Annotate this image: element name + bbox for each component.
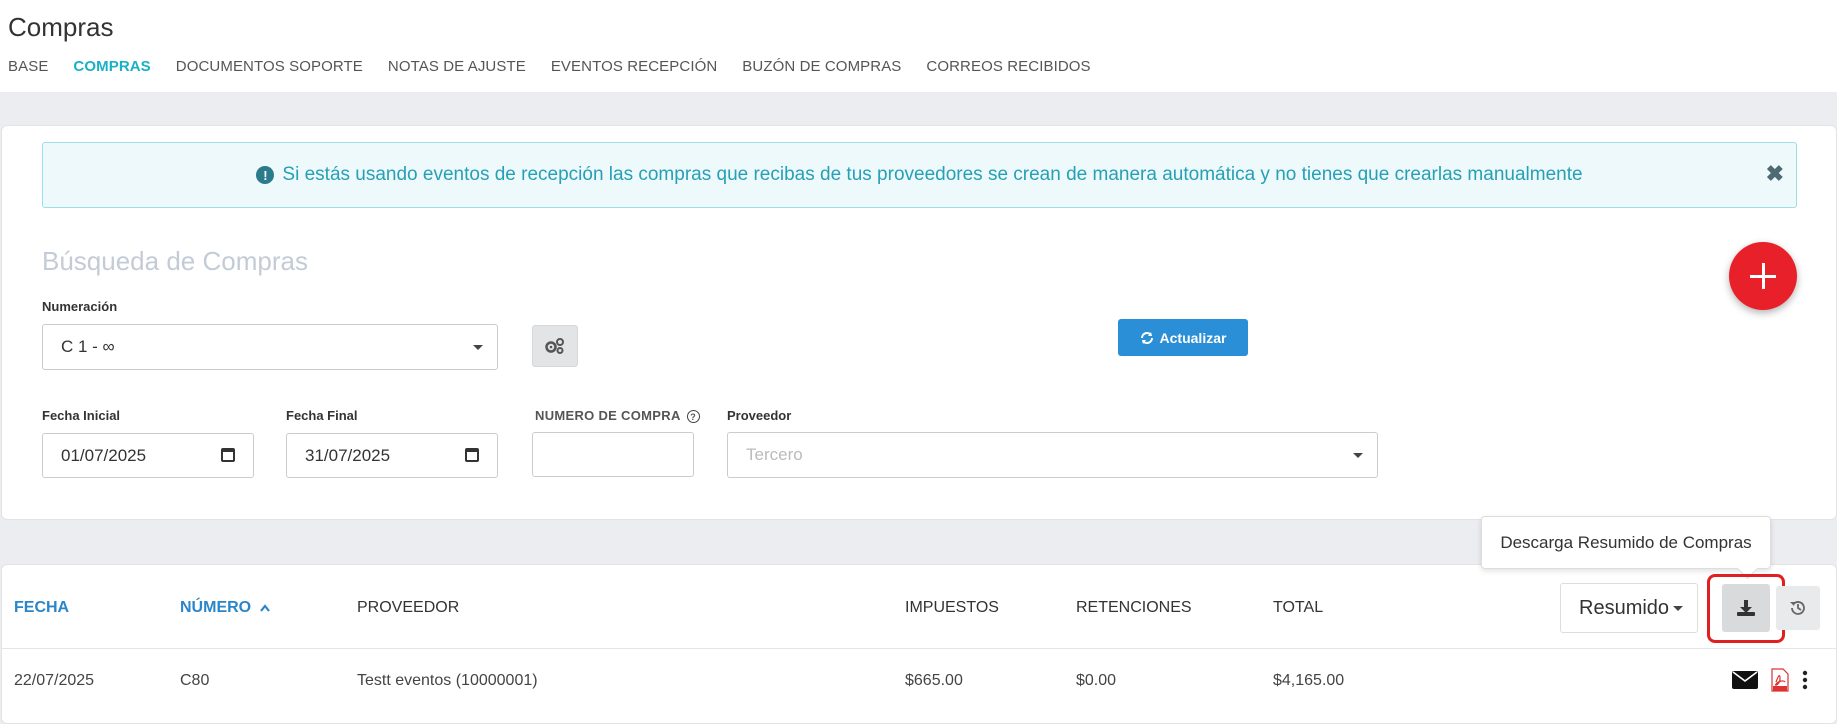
view-mode-value: Resumido [1579,596,1670,619]
proveedor-placeholder: Tercero [746,445,803,464]
calendar-icon[interactable] [465,447,479,462]
row-numero[interactable]: C80 [180,672,209,690]
column-total: TOTAL [1273,599,1324,616]
fecha-inicial-label: Fecha Inicial [42,408,121,423]
history-icon [1790,601,1805,615]
numeracion-select[interactable]: C 1 - ∞ [42,324,498,370]
fecha-inicial-value: 01/07/2025 [61,445,147,465]
chevron-up-icon [259,604,270,612]
close-icon[interactable]: ✖ [1766,161,1784,187]
gears-icon [545,338,564,354]
tab-documentos-soporte[interactable]: DOCUMENTOS SOPORTE [176,58,363,75]
column-numero[interactable]: NÚMERO [180,599,271,617]
pdf-icon[interactable] [1770,668,1790,692]
refresh-label: Actualizar [1159,329,1227,346]
email-icon[interactable] [1732,671,1758,689]
numero-compra-input[interactable] [532,432,694,477]
column-fecha[interactable]: FECHA [14,599,69,617]
chevron-down-icon [1353,453,1363,458]
row-proveedor: Testt eventos (10000001) [357,672,538,689]
search-title: Búsqueda de Compras [42,246,308,276]
refresh-button[interactable]: Actualizar [1118,319,1248,356]
numero-compra-label: NUMERO DE COMPRA? [535,408,700,424]
table-header-separator [1,648,1837,649]
top-bar: Compras BASE COMPRAS DOCUMENTOS SOPORTE … [0,0,1837,92]
numeracion-value: C 1 - ∞ [61,337,115,356]
calendar-icon[interactable] [221,447,235,462]
row-retenciones: $0.00 [1076,672,1117,689]
fecha-inicial-input[interactable]: 01/07/2025 [42,433,254,478]
tab-eventos-recepcion[interactable]: EVENTOS RECEPCIÓN [551,58,717,75]
fecha-final-input[interactable]: 31/07/2025 [286,433,498,478]
page-title: Compras [8,12,114,42]
chevron-down-icon [1673,606,1683,611]
tab-base[interactable]: BASE [8,58,48,75]
view-mode-select[interactable]: Resumido [1560,583,1698,633]
highlight-box [1707,574,1785,643]
add-purchase-button[interactable] [1729,242,1797,310]
info-icon: ! [256,166,275,184]
nav-tabs: BASE COMPRAS DOCUMENTOS SOPORTE NOTAS DE… [8,58,1116,75]
tab-correos-recibidos[interactable]: CORREOS RECIBIDOS [926,58,1090,75]
refresh-icon [1140,331,1153,344]
column-retenciones: RETENCIONES [1076,599,1192,616]
row-fecha: 22/07/2025 [14,672,95,689]
help-icon[interactable]: ? [686,410,700,424]
column-impuestos: IMPUESTOS [905,599,999,616]
row-total: $4,165.00 [1273,672,1345,689]
info-alert: ! Si estás usando eventos de recepción l… [42,142,1797,208]
fecha-final-value: 31/07/2025 [305,445,391,465]
column-proveedor: PROVEEDOR [357,599,460,616]
alert-message: Si estás usando eventos de recepción las… [282,164,1583,185]
row-impuestos: $665.00 [905,672,963,689]
fecha-final-label: Fecha Final [286,408,358,423]
proveedor-select[interactable]: Tercero [727,432,1378,478]
proveedor-label: Proveedor [727,408,792,423]
row-actions [1732,668,1808,692]
history-button[interactable] [1776,586,1820,630]
tab-buzon-de-compras[interactable]: BUZÓN DE COMPRAS [742,58,901,75]
settings-button[interactable] [532,325,578,367]
numeracion-label: Numeración [42,299,118,314]
tab-compras[interactable]: COMPRAS [73,58,150,75]
more-options-icon[interactable] [1802,670,1808,690]
tab-notas-de-ajuste[interactable]: NOTAS DE AJUSTE [388,58,526,75]
chevron-down-icon [473,345,483,350]
download-tooltip: Descarga Resumido de Compras [1481,516,1771,569]
